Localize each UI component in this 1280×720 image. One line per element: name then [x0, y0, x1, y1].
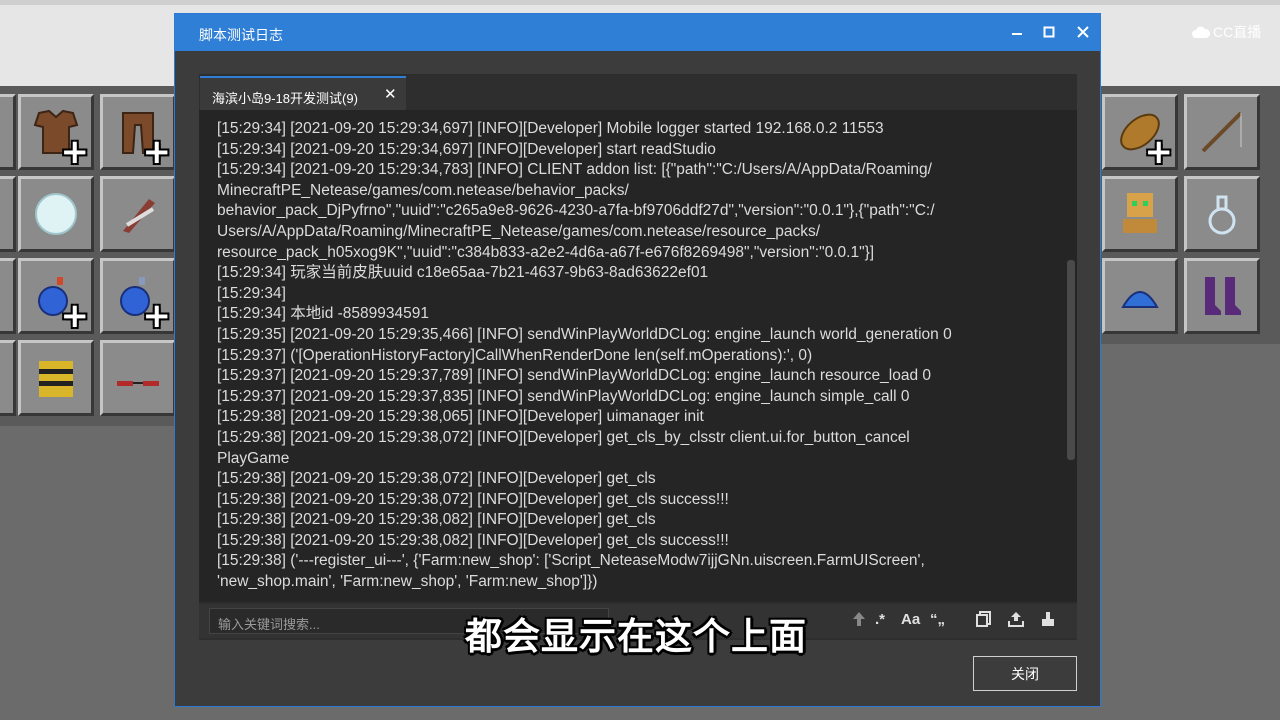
log-line: [15:29:38] [2021-09-20 15:29:38,082] [IN…	[217, 511, 656, 529]
inventory-slot[interactable]	[0, 176, 16, 252]
export-icon	[1008, 612, 1024, 627]
log-line: [15:29:34] [2021-09-20 15:29:34,783] [IN…	[217, 161, 932, 179]
script-log-dialog: 脚本测试日志 海滨小岛9-18开发测试(9) ✕ [15:29:34] [202…	[174, 13, 1101, 707]
inventory-slot-glass-bottle[interactable]	[1184, 176, 1260, 252]
log-line: [15:29:38] [2021-09-20 15:29:38,072] [IN…	[217, 428, 910, 446]
export-button[interactable]	[1008, 611, 1024, 631]
log-line: [15:29:38] [2021-09-20 15:29:38,072] [IN…	[217, 470, 656, 488]
dialog-title: 脚本测试日志	[199, 27, 283, 43]
upload-arrow-icon[interactable]	[852, 611, 866, 631]
log-line: behavior_pack_DjPyfrno","uuid":"c265a9e8…	[217, 202, 935, 220]
log-line: [15:29:38] [2021-09-20 15:29:38,065] [IN…	[217, 408, 704, 426]
maximize-button[interactable]	[1037, 20, 1061, 44]
log-line: [15:29:38] [2021-09-20 15:29:38,072] [IN…	[217, 490, 729, 508]
inventory-slot-fishing-rod[interactable]	[1184, 94, 1260, 170]
plus-icon: +	[60, 296, 90, 336]
striped-chestplate-icon	[39, 361, 73, 397]
close-icon	[1077, 26, 1089, 38]
inventory-slot-potion[interactable]: +	[100, 258, 176, 334]
logo-text: CC直播	[1213, 24, 1262, 40]
maximize-icon	[1043, 26, 1055, 38]
log-line: MinecraftPE_Netease/games/com.netease/be…	[217, 181, 629, 199]
plus-icon: +	[142, 132, 172, 172]
close-button[interactable]: 关闭	[973, 656, 1077, 691]
plus-icon: +	[1144, 132, 1174, 172]
totem-icon	[1123, 193, 1157, 233]
log-line: [15:29:37] [2021-09-20 15:29:37,835] [IN…	[217, 387, 910, 405]
log-line: PlayGame	[217, 449, 290, 467]
inventory-slot-snowball[interactable]	[18, 176, 94, 252]
tab-label: 海滨小岛9-18开发测试(9)	[212, 91, 358, 106]
snowball-icon	[35, 193, 77, 235]
inventory-slot-leather-pants[interactable]: +	[100, 94, 176, 170]
copy-button[interactable]	[976, 611, 992, 631]
inventory-slot[interactable]	[0, 258, 16, 334]
log-line: [15:29:37] ('[OperationHistoryFactory]Ca…	[217, 346, 813, 364]
log-line: [15:29:34] [2021-09-20 15:29:34,697] [IN…	[217, 120, 884, 137]
arrow-up-icon	[853, 612, 865, 626]
whole-word-toggle[interactable]: “„	[930, 611, 945, 628]
plus-icon: +	[60, 132, 90, 172]
shears-icon	[123, 199, 155, 233]
inventory-slot-blue-cap[interactable]	[1102, 258, 1178, 334]
inventory-slot[interactable]	[0, 94, 16, 170]
tab-close-icon[interactable]: ✕	[384, 85, 397, 103]
log-line: [15:29:34] 玩家当前皮肤uuid c18e65aa-7b21-4637…	[217, 264, 709, 282]
inventory-slot-leather-tunic[interactable]: +	[18, 94, 94, 170]
inventory-slot-bread[interactable]: +	[1102, 94, 1178, 170]
blue-cap-icon	[1121, 291, 1159, 308]
cloud-icon	[1192, 26, 1210, 38]
inventory-slot-feather[interactable]	[100, 176, 176, 252]
cc-live-logo: CC直播	[1192, 22, 1261, 42]
log-line: [15:29:34] [2021-09-20 15:29:34,697] [IN…	[217, 140, 716, 158]
log-line: resource_pack_h05xog9K","uuid":"c384b833…	[217, 243, 875, 261]
log-line: [15:29:35] [2021-09-20 15:29:35,466] [IN…	[217, 325, 952, 343]
log-scrollbar[interactable]	[1067, 260, 1075, 460]
log-line: Users/A/AppData/Roaming/MinecraftPE_Nete…	[217, 222, 821, 240]
log-line: [15:29:37] [2021-09-20 15:29:37,789] [IN…	[217, 367, 932, 385]
glasses-icon	[117, 381, 159, 386]
inventory-slot[interactable]	[0, 340, 16, 416]
minimize-icon	[1012, 33, 1022, 35]
tab-log[interactable]: 海滨小岛9-18开发测试(9) ✕	[200, 76, 406, 110]
inventory-slot-totem[interactable]	[1102, 176, 1178, 252]
log-line: 'new_shop.main', 'Farm:new_shop', 'Farm:…	[217, 573, 598, 591]
dialog-content: 海滨小岛9-18开发测试(9) ✕ [15:29:34] [2021-09-20…	[199, 74, 1077, 640]
log-line: [15:29:38] ('---register_ui---', {'Farm:…	[217, 552, 925, 570]
minimize-button[interactable]	[1005, 20, 1029, 44]
inventory-panel-right: +	[1098, 86, 1280, 344]
close-window-button[interactable]	[1071, 20, 1095, 44]
inventory-slot-striped-shirt[interactable]	[18, 340, 94, 416]
log-line: [15:29:38] [2021-09-20 15:29:38,082] [IN…	[217, 531, 729, 549]
log-lines: [15:29:34] [2021-09-20 15:29:34,697] [IN…	[217, 119, 1047, 593]
inventory-panel-left: + + + +	[0, 86, 182, 426]
inventory-slot-glasses[interactable]	[100, 340, 176, 416]
dialog-titlebar[interactable]: 脚本测试日志	[175, 14, 1100, 51]
fishing-rod-icon	[1201, 111, 1243, 153]
inventory-slot-boots[interactable]	[1184, 258, 1260, 334]
broom-icon	[1042, 612, 1054, 626]
match-case-toggle[interactable]: Aa	[901, 611, 920, 628]
plus-icon: +	[142, 296, 172, 336]
copy-icon	[976, 611, 991, 627]
log-output[interactable]: [15:29:34] [2021-09-20 15:29:34,697] [IN…	[199, 110, 1077, 602]
regex-toggle[interactable]: .*	[875, 611, 885, 628]
game-top-strip	[0, 0, 1280, 5]
inventory-slot-potion[interactable]: +	[18, 258, 94, 334]
clear-button[interactable]	[1040, 611, 1056, 631]
log-line: [15:29:34]	[217, 284, 286, 302]
video-subtitle: 都会显示在这个上面	[465, 615, 807, 658]
purple-boots-icon	[1205, 277, 1241, 315]
glass-bottle-icon	[1208, 195, 1236, 235]
log-line: [15:29:34] 本地id -8589934591	[217, 305, 429, 323]
